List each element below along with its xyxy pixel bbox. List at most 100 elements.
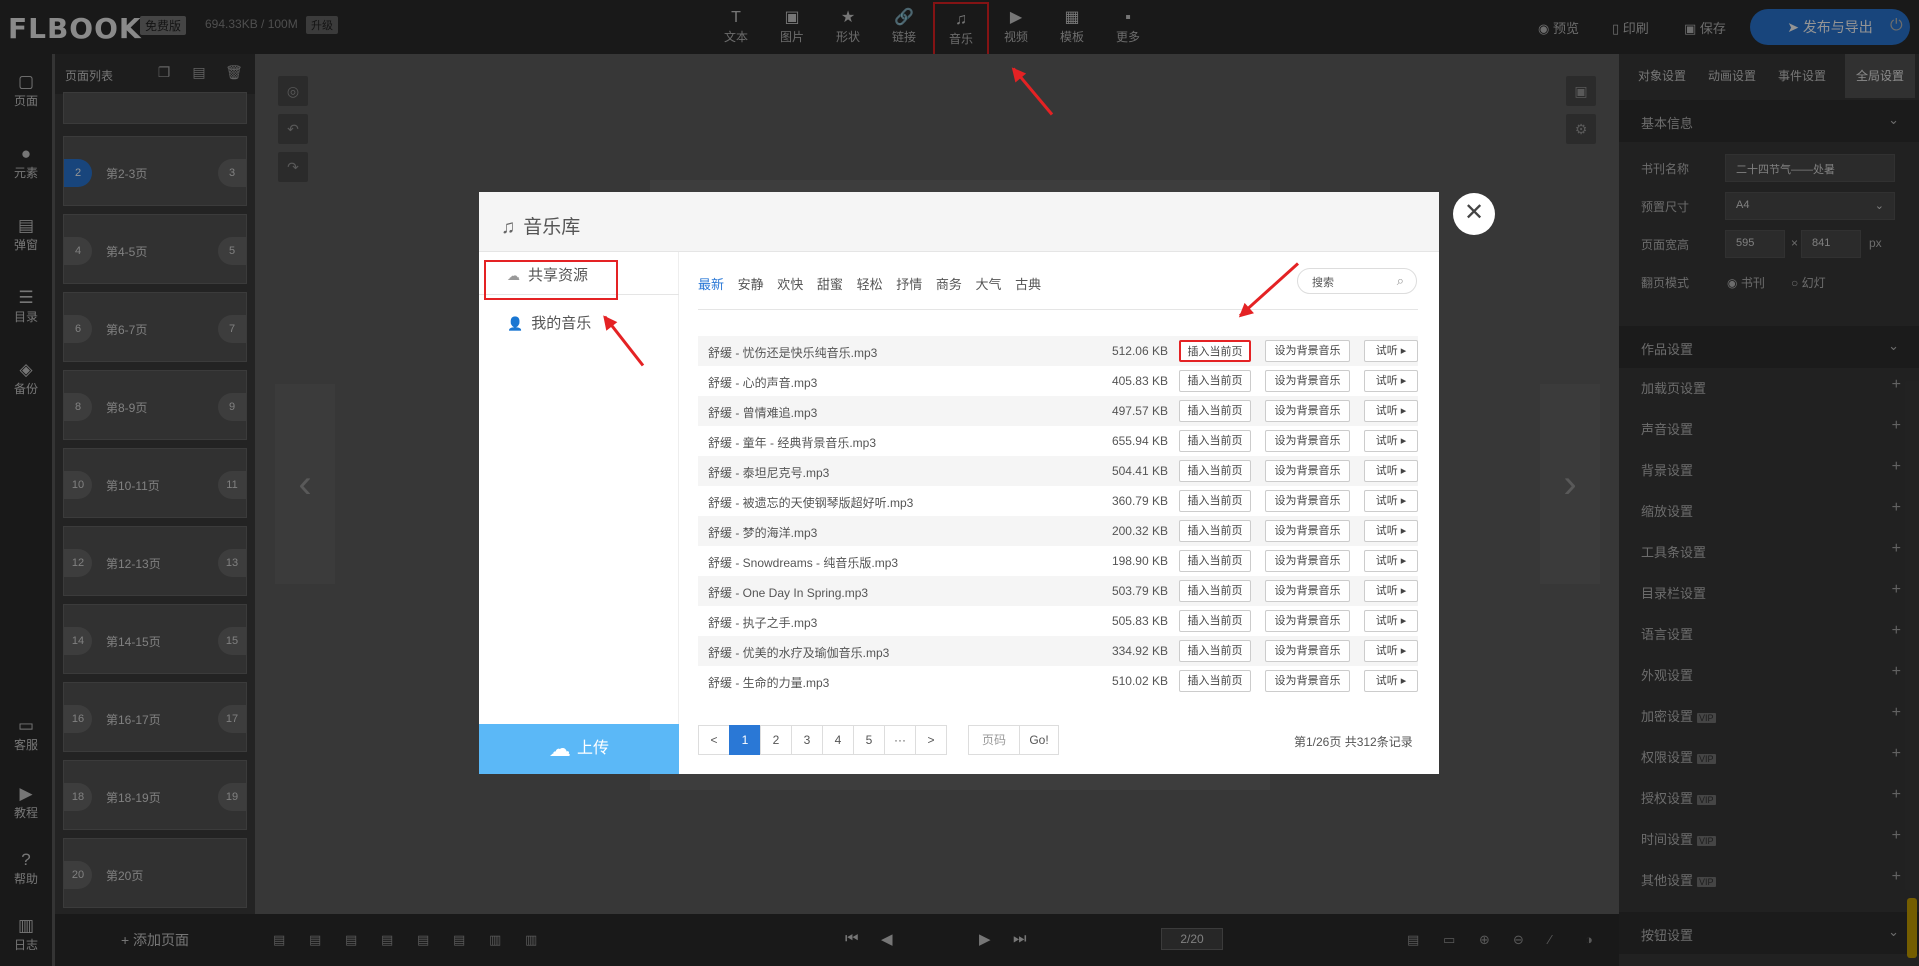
category-relaxed[interactable]: 轻松 bbox=[857, 277, 883, 292]
category-latest[interactable]: 最新 bbox=[698, 277, 724, 292]
listen-button[interactable]: 试听 ▸ bbox=[1364, 490, 1418, 512]
set-background-music-button[interactable]: 设为背景音乐 bbox=[1265, 460, 1350, 482]
pager-ellipsis: ··· bbox=[884, 725, 916, 755]
set-background-music-button[interactable]: 设为背景音乐 bbox=[1265, 580, 1350, 602]
listen-button[interactable]: 试听 ▸ bbox=[1364, 460, 1418, 482]
play-icon: ▸ bbox=[1400, 465, 1407, 477]
pager-prev[interactable]: < bbox=[698, 725, 730, 755]
listen-button[interactable]: 试听 ▸ bbox=[1364, 430, 1418, 452]
category-quiet[interactable]: 安静 bbox=[738, 277, 764, 292]
pager-page-2[interactable]: 2 bbox=[760, 725, 792, 755]
track-name: 舒缓 - Snowdreams - 纯音乐版.mp3 bbox=[708, 556, 899, 570]
pager-next[interactable]: > bbox=[915, 725, 947, 755]
insert-current-page-button[interactable]: 插入当前页 bbox=[1179, 370, 1251, 392]
track-row[interactable]: 舒缓 - 泰坦尼克号.mp3 504.41 KB 插入当前页 设为背景音乐 试听 ▸ bbox=[698, 456, 1418, 486]
track-row[interactable]: 舒缓 - Snowdreams - 纯音乐版.mp3 198.90 KB 插入当前页… bbox=[698, 546, 1418, 576]
insert-current-page-button[interactable]: 插入当前页 bbox=[1179, 550, 1251, 572]
insert-current-page-button[interactable]: 插入当前页 bbox=[1179, 610, 1251, 632]
upload-button[interactable]: ☁ 上传 bbox=[479, 724, 679, 774]
modal-header: ♫ 音乐库 bbox=[479, 192, 1439, 252]
track-row[interactable]: 舒缓 - 曾情难追.mp3 497.57 KB 插入当前页 设为背景音乐 试听 ▸ bbox=[698, 396, 1418, 426]
set-background-music-button[interactable]: 设为背景音乐 bbox=[1265, 400, 1350, 422]
track-name: 舒缓 - 童年 - 经典背景音乐.mp3 bbox=[708, 436, 877, 450]
track-row[interactable]: 舒缓 - 生命的力量.mp3 510.02 KB 插入当前页 设为背景音乐 试听 ▸ bbox=[698, 666, 1418, 696]
insert-current-page-button[interactable]: 插入当前页 bbox=[1179, 430, 1251, 452]
play-icon: ▸ bbox=[1400, 375, 1407, 387]
track-name: 舒缓 - One Day In Spring.mp3 bbox=[708, 586, 869, 600]
pager-page-4[interactable]: 4 bbox=[822, 725, 854, 755]
listen-button[interactable]: 试听 ▸ bbox=[1364, 550, 1418, 572]
set-background-music-button[interactable]: 设为背景音乐 bbox=[1265, 490, 1350, 512]
track-size: 198.90 KB bbox=[1111, 554, 1168, 568]
track-size: 503.79 KB bbox=[1111, 584, 1168, 598]
track-row[interactable]: 舒缓 - 执子之手.mp3 505.83 KB 插入当前页 设为背景音乐 试听 ▸ bbox=[698, 606, 1418, 636]
pager-page-1[interactable]: 1 bbox=[729, 725, 761, 755]
track-size: 512.06 KB bbox=[1111, 344, 1168, 358]
pager-page-5[interactable]: 5 bbox=[853, 725, 885, 755]
insert-current-page-button[interactable]: 插入当前页 bbox=[1179, 670, 1251, 692]
track-row[interactable]: 舒缓 - One Day In Spring.mp3 503.79 KB 插入当前页… bbox=[698, 576, 1418, 606]
set-background-music-button[interactable]: 设为背景音乐 bbox=[1265, 640, 1350, 662]
track-row[interactable]: 舒缓 - 梦的海洋.mp3 200.32 KB 插入当前页 设为背景音乐 试听 ▸ bbox=[698, 516, 1418, 546]
set-background-music-button[interactable]: 设为背景音乐 bbox=[1265, 430, 1350, 452]
set-background-music-button[interactable]: 设为背景音乐 bbox=[1265, 610, 1350, 632]
play-icon: ▸ bbox=[1400, 345, 1407, 357]
category-lyrical[interactable]: 抒情 bbox=[896, 277, 922, 292]
listen-button[interactable]: 试听 ▸ bbox=[1364, 400, 1418, 422]
track-name: 舒缓 - 生命的力量.mp3 bbox=[708, 676, 830, 690]
pager-page-3[interactable]: 3 bbox=[791, 725, 823, 755]
listen-button[interactable]: 试听 ▸ bbox=[1364, 340, 1418, 362]
play-icon: ▸ bbox=[1400, 615, 1407, 627]
track-row[interactable]: 舒缓 - 童年 - 经典背景音乐.mp3 655.94 KB 插入当前页 设为背景音乐… bbox=[698, 426, 1418, 456]
track-name: 舒缓 - 曾情难追.mp3 bbox=[708, 406, 818, 420]
insert-current-page-button[interactable]: 插入当前页 bbox=[1179, 490, 1251, 512]
insert-current-page-button[interactable]: 插入当前页 bbox=[1179, 340, 1251, 362]
insert-current-page-button[interactable]: 插入当前页 bbox=[1179, 460, 1251, 482]
category-grand[interactable]: 大气 bbox=[975, 277, 1001, 292]
track-row[interactable]: 舒缓 - 优美的水疗及瑜伽音乐.mp3 334.92 KB 插入当前页 设为背景音乐试… bbox=[698, 636, 1418, 666]
play-icon: ▸ bbox=[1400, 525, 1407, 537]
category-classical[interactable]: 古典 bbox=[1015, 277, 1041, 292]
set-background-music-button[interactable]: 设为背景音乐 bbox=[1265, 550, 1350, 572]
close-modal-button[interactable]: ✕ bbox=[1453, 193, 1495, 235]
set-background-music-button[interactable]: 设为背景音乐 bbox=[1265, 370, 1350, 392]
set-background-music-button[interactable]: 设为背景音乐 bbox=[1265, 520, 1350, 542]
music-note-icon: ♫ bbox=[501, 217, 516, 238]
play-icon: ▸ bbox=[1400, 435, 1407, 447]
play-icon: ▸ bbox=[1400, 495, 1407, 507]
track-row[interactable]: 舒缓 - 忧伤还是快乐纯音乐.mp3 512.06 KB 插入当前页 设为背景音乐 试听… bbox=[698, 336, 1418, 366]
set-background-music-button[interactable]: 设为背景音乐 bbox=[1265, 340, 1350, 362]
category-business[interactable]: 商务 bbox=[936, 277, 962, 292]
search-icon: ⌕ bbox=[1396, 273, 1404, 288]
set-background-music-button[interactable]: 设为背景音乐 bbox=[1265, 670, 1350, 692]
track-row[interactable]: 舒缓 - 心的声音.mp3 405.83 KB 插入当前页 设为背景音乐 试听 ▸ bbox=[698, 366, 1418, 396]
listen-button[interactable]: 试听 ▸ bbox=[1364, 580, 1418, 602]
music-library-modal: ♫ 音乐库 ☁ 共享资源 👤 我的音乐 ☁ 上传 最新 安静 欢快 甜蜜 轻松 抒情 … bbox=[479, 192, 1439, 774]
listen-button[interactable]: 试听 ▸ bbox=[1364, 640, 1418, 662]
insert-current-page-button[interactable]: 插入当前页 bbox=[1179, 580, 1251, 602]
track-size: 497.57 KB bbox=[1111, 404, 1168, 418]
search-input[interactable]: 搜索 ⌕ bbox=[1297, 268, 1417, 294]
page-number-input[interactable]: 页码 bbox=[968, 725, 1020, 755]
listen-button[interactable]: 试听 ▸ bbox=[1364, 670, 1418, 692]
insert-current-page-button[interactable]: 插入当前页 bbox=[1179, 400, 1251, 422]
track-size: 655.94 KB bbox=[1111, 434, 1168, 448]
play-icon: ▸ bbox=[1400, 645, 1407, 657]
play-icon: ▸ bbox=[1400, 585, 1407, 597]
insert-current-page-button[interactable]: 插入当前页 bbox=[1179, 520, 1251, 542]
my-music-tab[interactable]: 👤 我的音乐 bbox=[493, 304, 677, 340]
category-sweet[interactable]: 甜蜜 bbox=[817, 277, 843, 292]
track-name: 舒缓 - 忧伤还是快乐纯音乐.mp3 bbox=[708, 346, 878, 360]
close-icon: ✕ bbox=[1463, 199, 1485, 226]
category-cheerful[interactable]: 欢快 bbox=[777, 277, 803, 292]
listen-button[interactable]: 试听 ▸ bbox=[1364, 520, 1418, 542]
insert-current-page-button[interactable]: 插入当前页 bbox=[1179, 640, 1251, 662]
modal-sidebar: ☁ 共享资源 👤 我的音乐 bbox=[479, 252, 679, 774]
listen-button[interactable]: 试听 ▸ bbox=[1364, 370, 1418, 392]
pagination-summary: 第1/26页 共312条记录 bbox=[1294, 735, 1413, 749]
cloud-upload-icon: ☁ bbox=[548, 736, 578, 761]
listen-button[interactable]: 试听 ▸ bbox=[1364, 610, 1418, 632]
track-row[interactable]: 舒缓 - 被遗忘的天使钢琴版超好听.mp3 360.79 KB 插入当前页 设为背景音… bbox=[698, 486, 1418, 516]
go-button[interactable]: Go! bbox=[1019, 725, 1059, 755]
track-size: 505.83 KB bbox=[1111, 614, 1168, 628]
